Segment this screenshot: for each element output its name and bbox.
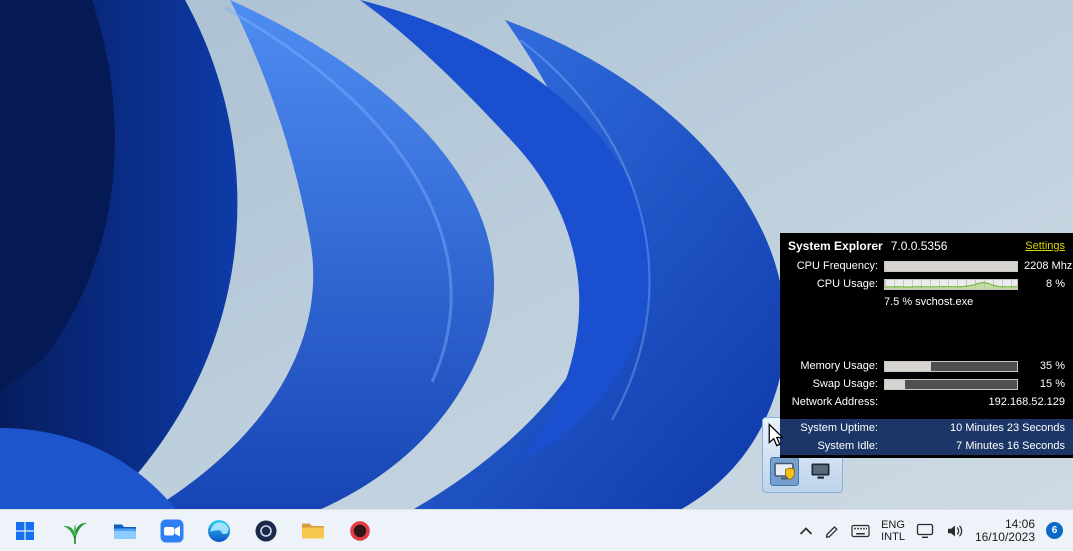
app-chat-camera[interactable] [157, 514, 187, 548]
language-top: ENG [881, 519, 905, 531]
panel-version: 7.0.0.5356 [891, 239, 948, 253]
system-idle-value: 7 Minutes 16 Seconds [884, 440, 1065, 452]
taskbar: ENG INTL 14:06 16/10/2023 6 [0, 509, 1073, 551]
swap-usage-label: Swap Usage: [788, 378, 878, 390]
network-address-value: 192.168.52.129 [884, 396, 1065, 408]
system-uptime-label: System Uptime: [788, 422, 878, 434]
app-dark-ring[interactable] [251, 514, 281, 548]
app-folder[interactable] [298, 514, 328, 548]
swap-usage-bar [884, 379, 1018, 390]
system-uptime-value: 10 Minutes 23 Seconds [884, 422, 1065, 434]
notification-badge[interactable]: 6 [1046, 522, 1063, 539]
tray-touch-keyboard[interactable] [851, 524, 870, 538]
panel-title: System Explorer [788, 239, 883, 253]
app-file-explorer[interactable] [110, 514, 140, 548]
app-plant[interactable] [57, 514, 93, 548]
network-address-row: Network Address: 192.168.52.129 [780, 393, 1073, 411]
video-camera-icon [159, 518, 185, 544]
pen-icon [824, 522, 840, 539]
edge-browser-icon [206, 518, 232, 544]
cpu-frequency-bar [884, 261, 1018, 272]
system-explorer-panel: System Explorer 7.0.0.5356 Settings CPU … [780, 233, 1073, 458]
swap-usage-value: 15 % [1024, 378, 1065, 390]
settings-link[interactable]: Settings [1025, 240, 1065, 252]
taskbar-apps [0, 514, 375, 548]
system-idle-label: System Idle: [788, 440, 878, 452]
windows-logo-icon [15, 521, 35, 541]
speaker-icon [946, 523, 964, 539]
memory-usage-value: 35 % [1024, 360, 1065, 372]
panel-header: System Explorer 7.0.0.5356 Settings [780, 237, 1073, 257]
tray-network[interactable] [916, 522, 935, 539]
monitor-shield-icon [773, 461, 797, 483]
clock-date: 16/10/2023 [975, 531, 1035, 544]
memory-usage-label: Memory Usage: [788, 360, 878, 372]
cpu-usage-value: 8 % [1024, 278, 1065, 290]
mouse-cursor [768, 423, 783, 447]
top-process-text: 7.5 % svchost.exe [884, 296, 1065, 308]
plant-icon [60, 516, 90, 546]
file-explorer-icon [112, 518, 138, 544]
app-edge[interactable] [204, 514, 234, 548]
memory-usage-row: Memory Usage: 35 % [780, 357, 1073, 375]
top-process-row: 7.5 % svchost.exe [780, 293, 1073, 311]
system-uptime-row: System Uptime: 10 Minutes 23 Seconds [780, 419, 1073, 437]
system-idle-row: System Idle: 7 Minutes 16 Seconds [780, 437, 1073, 455]
tray-pen[interactable] [824, 522, 840, 539]
monitor-icon [809, 461, 833, 483]
network-display-icon [916, 522, 935, 539]
cpu-frequency-value: 2208 Mhz [1024, 260, 1072, 272]
keyboard-icon [851, 524, 870, 538]
dark-ring-icon [253, 518, 279, 544]
language-bottom: INTL [881, 531, 905, 543]
swap-usage-row: Swap Usage: 15 % [780, 375, 1073, 393]
folder-icon [300, 518, 326, 544]
tray-volume[interactable] [946, 523, 964, 539]
cpu-usage-label: CPU Usage: [788, 278, 878, 290]
app-red-ring[interactable] [345, 514, 375, 548]
tray-chevron-up[interactable] [799, 525, 813, 537]
system-explorer-tray-icon[interactable] [770, 457, 799, 486]
start-button[interactable] [10, 514, 40, 548]
cpu-usage-graph [884, 279, 1018, 290]
clock[interactable]: 14:06 16/10/2023 [975, 518, 1035, 544]
monitor-app-tray-icon[interactable] [806, 457, 835, 486]
red-ring-icon [347, 518, 373, 544]
network-address-label: Network Address: [788, 396, 878, 408]
taskbar-tray: ENG INTL 14:06 16/10/2023 6 [799, 518, 1073, 544]
chevron-up-icon [799, 525, 813, 537]
clock-time: 14:06 [975, 518, 1035, 531]
memory-usage-bar [884, 361, 1018, 372]
cpu-frequency-label: CPU Frequency: [788, 260, 878, 272]
cpu-frequency-row: CPU Frequency: 2208 Mhz [780, 257, 1073, 275]
language-indicator[interactable]: ENG INTL [881, 519, 905, 543]
cpu-usage-row: CPU Usage: 8 % [780, 275, 1073, 293]
